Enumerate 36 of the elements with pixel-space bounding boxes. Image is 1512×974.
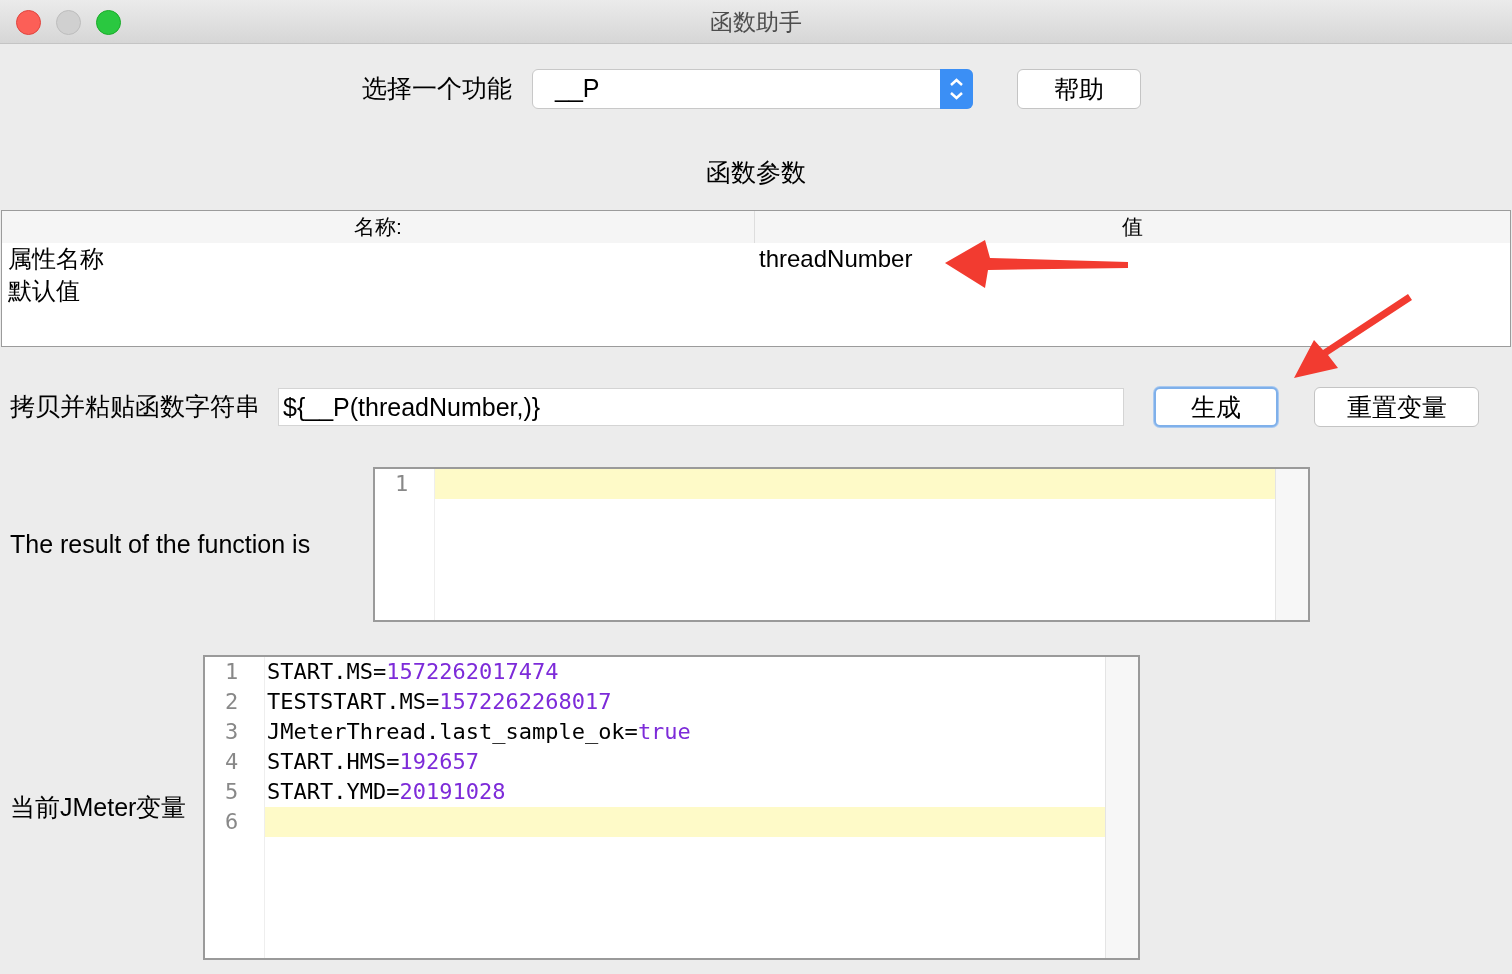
stepper-icon <box>940 69 973 109</box>
code-line: START.YMD=20191028 <box>267 779 506 804</box>
function-label: 选择一个功能 <box>362 73 512 105</box>
parameter-name: 属性名称 <box>7 244 104 274</box>
column-header: 名称: <box>2 211 755 243</box>
help-button[interactable]: 帮助 <box>1017 69 1141 109</box>
scrollbar-track[interactable] <box>1106 657 1138 958</box>
generate-button[interactable]: 生成 <box>1154 387 1278 427</box>
line-number: 6 <box>224 808 240 836</box>
function-string-field[interactable]: ${__P(threadNumber,)} <box>278 388 1124 426</box>
variables-editor[interactable]: 1 2 3 4 5 6 START.MS=1572262017474 TESTSTART.MS=1572262268017 JMeterThread.last_sample_ok=true START.HMS=192657 START.YMD=20191028 <box>203 655 1140 960</box>
code-line: TESTSTART.MS=1572262268017 <box>267 689 612 714</box>
line-number: 3 <box>224 718 240 746</box>
minimize-button[interactable] <box>56 10 81 35</box>
line-number: 5 <box>224 778 240 806</box>
reset-button[interactable]: 重置变量 <box>1314 387 1479 427</box>
code-line: START.HMS=192657 <box>267 749 479 774</box>
result-label: The result of the function is <box>10 528 312 560</box>
function-string-label: 拷贝并粘贴函数字符串 <box>10 391 260 423</box>
parameter-name: 默认值 <box>7 276 80 306</box>
window-title: 函数助手 <box>710 9 802 35</box>
code-line: JMeterThread.last_sample_ok=true <box>267 719 691 744</box>
column-header: 值 <box>1121 214 1144 240</box>
scrollbar-track[interactable] <box>1276 469 1308 620</box>
close-button[interactable] <box>16 10 41 35</box>
zoom-button[interactable] <box>96 10 121 35</box>
result-editor[interactable]: 1 <box>373 467 1310 622</box>
variables-label: 当前JMeter变量 <box>10 791 188 823</box>
line-number: 1 <box>224 658 240 686</box>
function-select[interactable]: __P <box>532 69 973 109</box>
line-number: 2 <box>224 688 240 716</box>
parameter-value[interactable]: threadNumber <box>755 243 913 275</box>
line-number: 4 <box>224 748 240 776</box>
line-number: 1 <box>394 470 410 498</box>
code-line: START.MS=1572262017474 <box>267 659 559 684</box>
section-title: 函数参数 <box>706 158 806 186</box>
